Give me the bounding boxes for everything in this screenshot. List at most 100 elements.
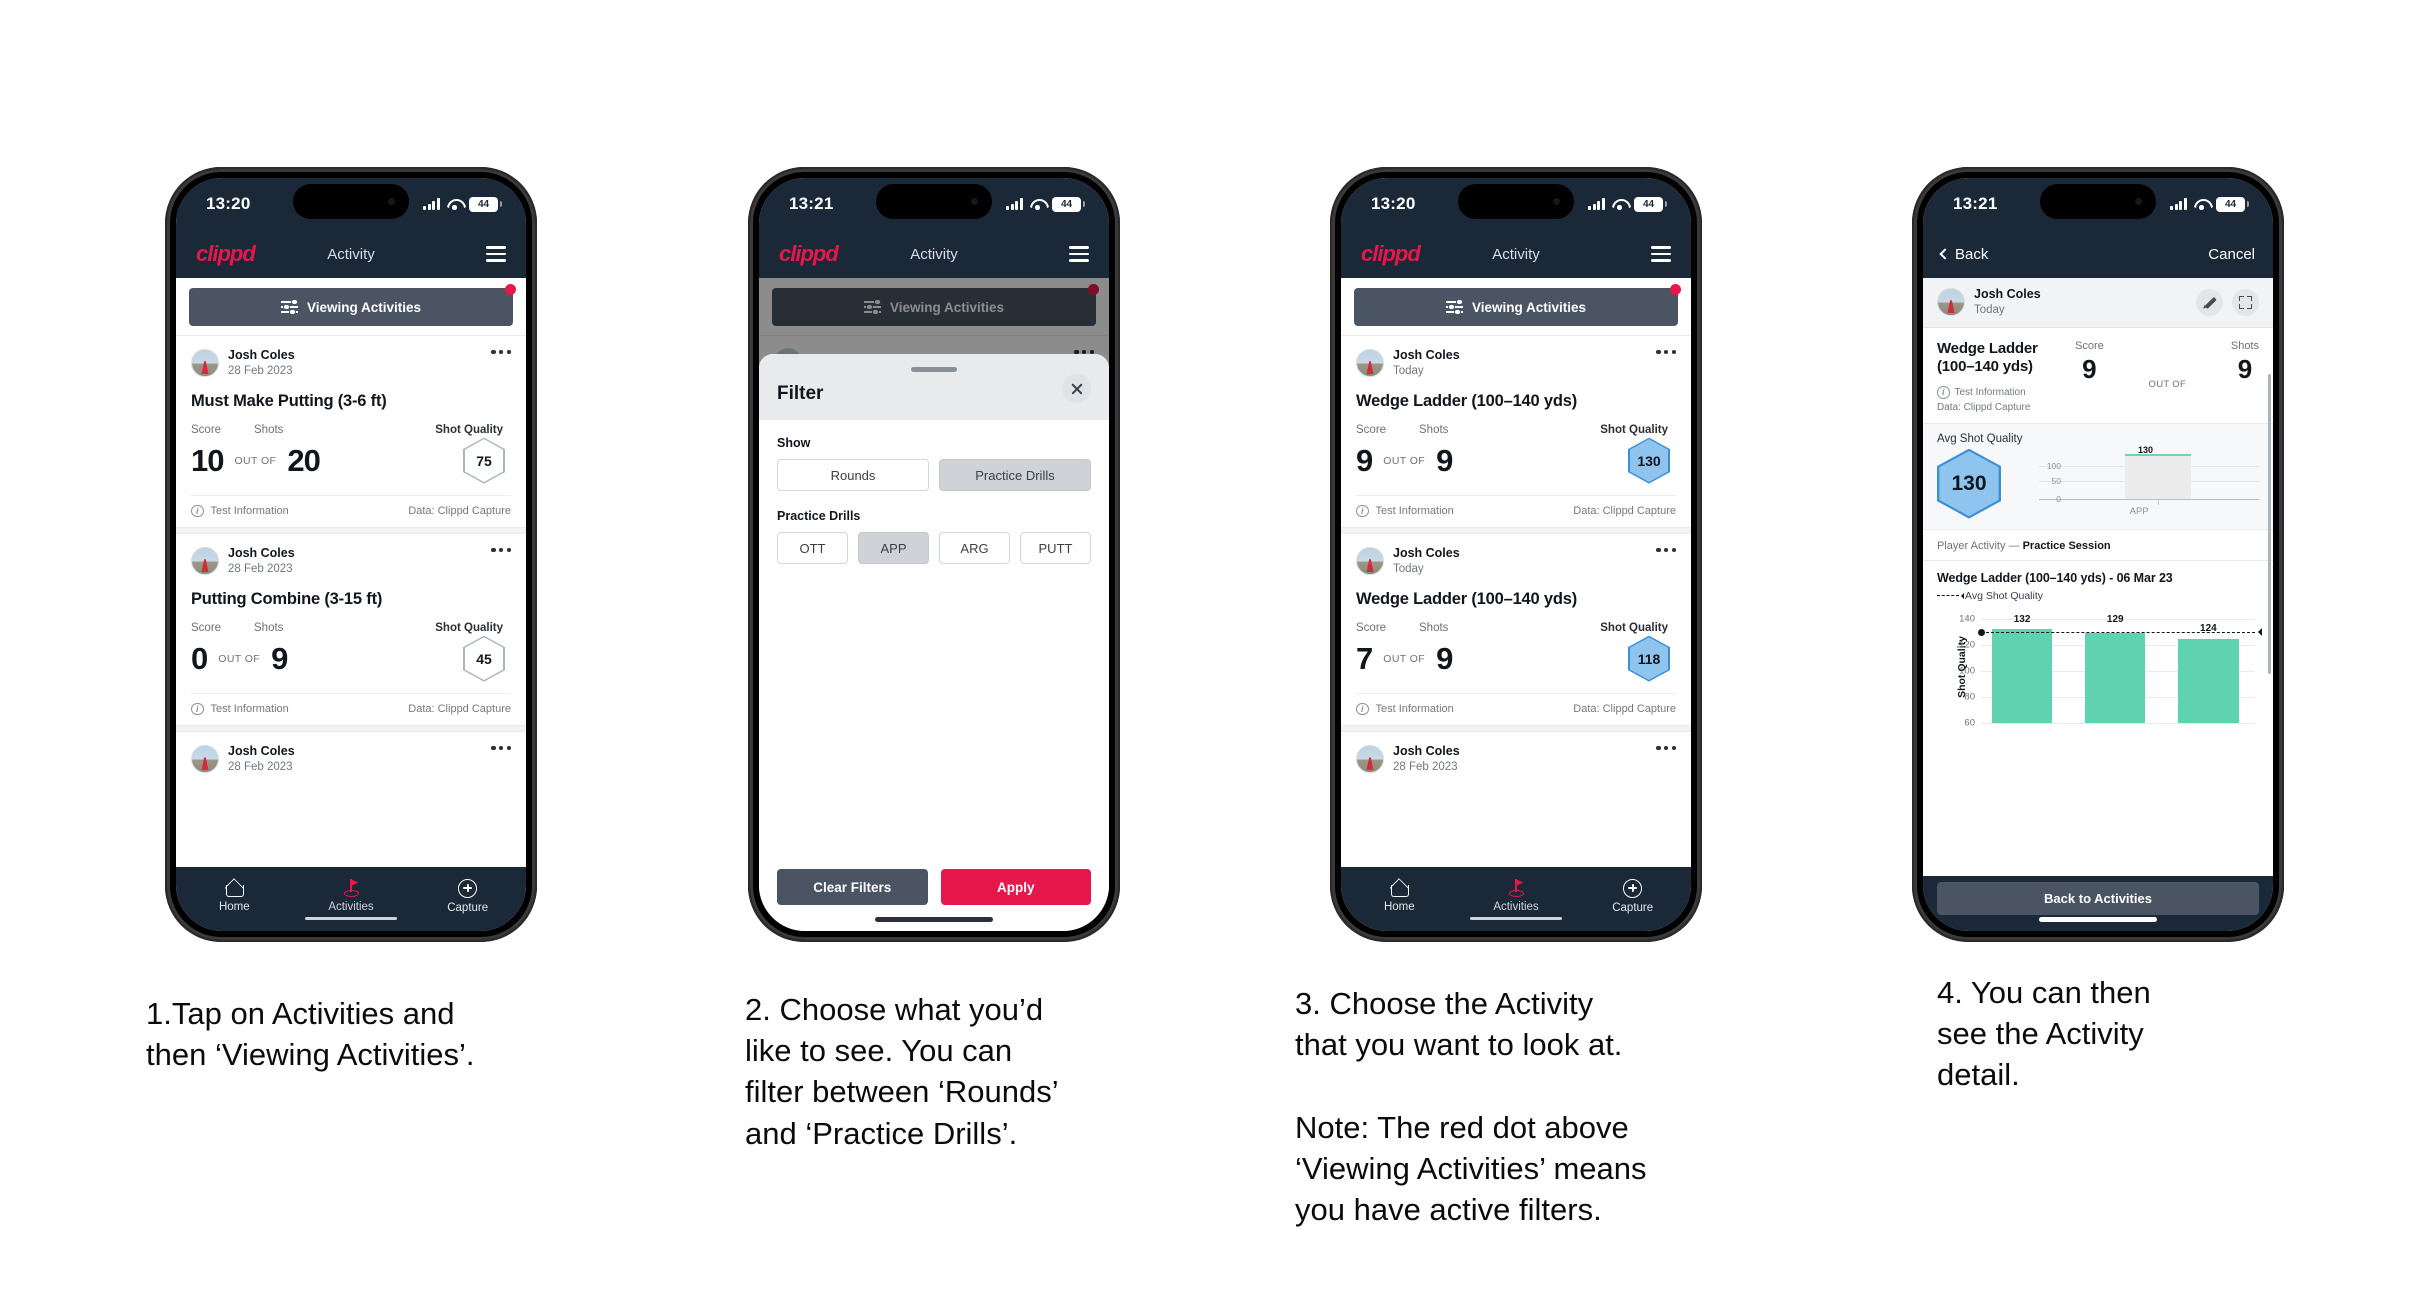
test-information-link[interactable]: Test Information: [1376, 505, 1454, 517]
show-option-practice-drills[interactable]: Practice Drills: [939, 459, 1091, 491]
drill-option-app[interactable]: APP: [858, 532, 929, 564]
drill-option-ott[interactable]: OTT: [777, 532, 848, 564]
ytick-120: 120: [1959, 639, 1975, 651]
edit-button[interactable]: [2196, 288, 2223, 316]
viewing-activities-button[interactable]: Viewing Activities: [189, 288, 513, 326]
filter-title: Filter: [777, 383, 824, 404]
clippd-logo[interactable]: clippd: [1361, 241, 1421, 267]
detail-footer: Back to Activities: [1923, 876, 2273, 931]
more-options-icon[interactable]: [1656, 746, 1676, 751]
score-label: Score: [2075, 339, 2104, 352]
filter-sliders-icon: [280, 298, 298, 316]
shots-value: 9: [2237, 353, 2253, 384]
score-label: Score: [1356, 423, 1387, 436]
active-tab-underline: [305, 917, 397, 920]
screen-2: 13:21 44 clippd Activity Viewing Activit…: [759, 178, 1109, 931]
chart-area: 140 120 100 80 60 132 129 124: [1959, 613, 2262, 728]
activity-title: Must Make Putting (3-6 ft): [191, 391, 387, 410]
cancel-button[interactable]: Cancel: [2208, 246, 2255, 263]
activity-title: Putting Combine (3-15 ft): [191, 589, 383, 608]
filter-sliders-icon: [1445, 298, 1463, 316]
test-information-link[interactable]: Test Information: [211, 505, 289, 517]
more-options-icon[interactable]: [1656, 548, 1676, 553]
shot-quality-label: Shot Quality: [435, 423, 503, 436]
more-options-icon[interactable]: [491, 548, 511, 553]
bar-3: [2178, 639, 2239, 723]
back-button[interactable]: Back: [1939, 246, 1988, 263]
more-options-icon[interactable]: [491, 746, 511, 751]
mini-bar-label: 130: [2138, 444, 2154, 455]
clear-filters-button[interactable]: Clear Filters: [777, 869, 928, 905]
show-section-label: Show: [777, 436, 811, 450]
metric-values: 0 OUT OF 9 45: [191, 635, 511, 682]
test-information-row[interactable]: i Test Information: [1937, 386, 2065, 399]
clippd-logo[interactable]: clippd: [779, 241, 839, 267]
card-gap: [1341, 725, 1691, 733]
detail-user-row: Josh Coles Today: [1923, 278, 2273, 328]
score-value: 0: [191, 641, 208, 677]
more-options-icon[interactable]: [491, 350, 511, 355]
sheet-grabber[interactable]: [911, 367, 957, 372]
wifi-icon: [447, 198, 462, 210]
close-icon[interactable]: [1062, 374, 1091, 403]
wifi-icon: [1030, 198, 1045, 210]
tab-capture[interactable]: Capture: [1574, 878, 1691, 914]
tab-home[interactable]: Home: [176, 879, 293, 913]
viewing-activities-button[interactable]: Viewing Activities: [1354, 288, 1678, 326]
battery-icon: 44: [1052, 196, 1086, 212]
menu-icon[interactable]: [486, 246, 506, 262]
card-footer: i Test Information Data: Clippd Capture: [191, 494, 511, 528]
bottom-tab-bar-3: Home Activities Capture: [1341, 867, 1691, 931]
app-header-3: clippd Activity: [1341, 230, 1691, 278]
tab-home[interactable]: Home: [1341, 879, 1458, 913]
tab-capture[interactable]: Capture: [409, 878, 526, 914]
avg-line-swatch: [1937, 592, 1964, 599]
apply-button[interactable]: Apply: [940, 869, 1091, 905]
test-information-link[interactable]: Test Information: [1376, 703, 1454, 715]
clippd-logo[interactable]: clippd: [196, 241, 256, 267]
home-icon: [225, 879, 245, 897]
shots-label: Shots: [254, 423, 284, 436]
shot-quality-hexagon: 130: [1628, 437, 1670, 484]
wifi-icon: [1612, 198, 1627, 210]
drill-option-putt[interactable]: PUTT: [1020, 532, 1091, 564]
data-source: Data: Clippd Capture: [1573, 504, 1676, 517]
tab-activities[interactable]: Activities: [293, 879, 410, 920]
tab-label: Activities: [1493, 901, 1539, 913]
mini-ytick-50: 50: [2051, 476, 2061, 487]
menu-icon[interactable]: [1651, 246, 1671, 262]
card-footer: i Test Information Data: Clippd Capture: [1356, 494, 1676, 528]
fullscreen-button[interactable]: [2232, 288, 2259, 316]
activity-card[interactable]: Josh Coles 28 Feb 2023 Putting Combine (…: [176, 534, 526, 726]
shots-label: Shots: [2230, 339, 2259, 352]
activity-card[interactable]: Josh Coles 28 Feb 2023: [176, 732, 526, 775]
scrollbar[interactable]: [2268, 374, 2271, 674]
metrics: Score Shots Shot Quality 0 OUT OF 9 45: [191, 622, 511, 682]
bottom-tab-bar-1: Home Activities Capture: [176, 867, 526, 931]
active-tab-underline: [1470, 917, 1562, 920]
metric-labels: Score Shots Shot Quality: [1356, 622, 1676, 634]
activity-card[interactable]: Josh Coles 28 Feb 2023 Must Make Putting…: [176, 336, 526, 528]
activity-card[interactable]: Josh Coles 28 Feb 2023: [1341, 732, 1691, 775]
tab-activities[interactable]: Activities: [1458, 879, 1575, 920]
detail-meta: i Test Information Data: Clippd Capture: [1937, 386, 2065, 413]
activity-title: Wedge Ladder (100–140 yds): [1356, 589, 1578, 608]
card-header: Josh Coles 28 Feb 2023: [1356, 744, 1676, 775]
activity-card[interactable]: Josh Coles Today Wedge Ladder (100–140 y…: [1341, 534, 1691, 726]
back-to-activities-button[interactable]: Back to Activities: [1937, 882, 2259, 915]
home-icon: [1390, 879, 1410, 897]
menu-icon[interactable]: [1069, 246, 1089, 262]
activity-card[interactable]: Josh Coles Today Wedge Ladder (100–140 y…: [1341, 336, 1691, 528]
avg-shot-quality-value: 130: [1951, 471, 1987, 495]
dynamic-island: [1458, 184, 1574, 219]
activities-list-2: Viewing Activities Josh Coles: [759, 278, 1109, 931]
show-option-rounds[interactable]: Rounds: [777, 459, 929, 491]
avg-shot-quality-hexagon: 130: [1937, 448, 2001, 519]
test-information-link[interactable]: Test Information: [211, 703, 289, 715]
player-activity-prefix: Player Activity —: [1937, 539, 2023, 552]
more-options-icon[interactable]: [1656, 350, 1676, 355]
user-name: Josh Coles: [1974, 287, 2041, 301]
drill-option-arg[interactable]: ARG: [939, 532, 1010, 564]
activity-date: Today: [1974, 303, 2005, 316]
card-header: Josh Coles Today: [1356, 348, 1676, 379]
